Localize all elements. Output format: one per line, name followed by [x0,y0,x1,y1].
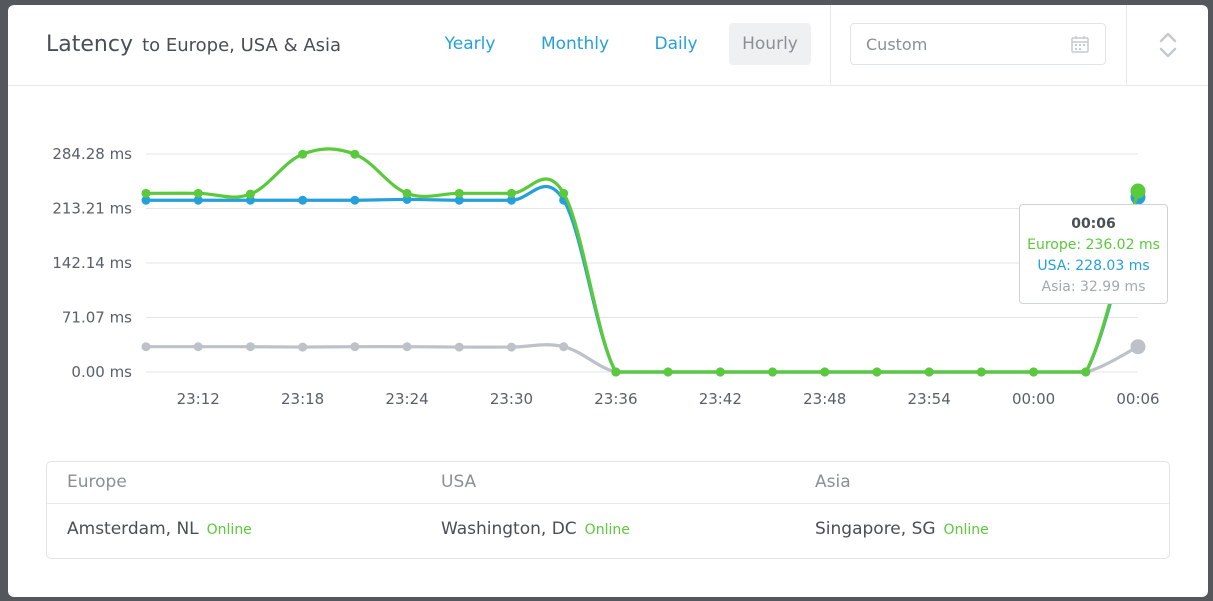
location-europe-city: Amsterdam, NL [67,519,199,539]
data-point-europe [1081,367,1091,377]
data-point-europe [402,188,412,198]
data-point-europe [924,367,934,377]
x-tick-label: 23:42 [699,390,742,408]
location-usa-status: Online [584,522,630,538]
custom-date-field[interactable] [850,23,1106,65]
tooltip-time: 00:06 [1071,216,1116,232]
grid-lines [146,153,1138,373]
x-tick-label: 00:00 [1012,390,1055,408]
data-point-europe [976,367,986,377]
location-europe-status: Online [206,522,252,538]
series-line-asia [146,343,1139,374]
region-europe-header: Europe [67,472,127,492]
data-point-europe [820,367,830,377]
location-asia: Singapore, SG Online [815,519,989,539]
data-point-asia [1130,339,1146,355]
tooltip-usa-value: USA: 228.03 ms [1037,258,1150,274]
y-tick-label: 71.07 ms [62,309,132,327]
data-point-europe [611,367,621,377]
data-point-asia [402,342,412,352]
location-asia-status: Online [943,522,989,538]
data-point-usa [350,195,360,205]
data-point-europe [1130,183,1146,199]
location-asia-city: Singapore, SG [815,519,936,539]
data-point-asia [193,342,203,352]
title-main: Latency [46,32,133,57]
tooltip-asia-value: Asia: 32.99 ms [1041,279,1146,295]
data-point-europe [1029,367,1039,377]
location-usa-city: Washington, DC [441,519,577,539]
data-point-europe [506,188,516,198]
series-line-usa [146,184,1140,374]
card-header: Latency to Europe, USA & Asia Yearly Mon… [8,5,1208,86]
data-point-asia [245,342,255,352]
data-point-europe [559,188,569,198]
y-tick-label: 284.28 ms [52,145,132,163]
header-divider-right [1126,5,1127,85]
data-point-europe [663,367,673,377]
x-tick-label: 00:06 [1116,390,1159,408]
location-europe: Amsterdam, NL Online [67,519,252,539]
data-point-asia [454,342,464,352]
data-point-europe [872,367,882,377]
y-tick-label: 142.14 ms [52,254,132,272]
latency-card: Latency to Europe, USA & Asia Yearly Mon… [8,5,1208,597]
period-monthly-button[interactable]: Monthly [530,23,620,65]
tooltip-europe-value: Europe: 236.02 ms [1027,237,1160,253]
data-point-europe [298,149,308,159]
data-point-asia [298,342,308,352]
locations-table: Europe USA Asia Amsterdam, NL Online Wash… [46,461,1170,559]
title-subtitle: to Europe, USA & Asia [142,35,342,56]
period-hourly-button[interactable]: Hourly [729,23,811,65]
header-divider [830,5,831,85]
y-tick-label: 0.00 ms [71,363,132,381]
data-point-europe [245,189,255,199]
x-tick-label: 23:36 [594,390,637,408]
chart-title: Latency to Europe, USA & Asia [46,32,341,57]
x-tick-label: 23:24 [385,390,428,408]
x-tick-label: 23:54 [908,390,951,408]
data-point-asia [141,342,151,352]
chart-tooltip: 00:06 Europe: 236.02 ms USA: 228.03 ms A… [1019,204,1168,304]
expand-collapse-icon[interactable] [1158,30,1178,60]
locations-table-header [47,462,1169,504]
data-point-europe [193,188,203,198]
region-usa-header: USA [441,472,477,492]
data-point-asia [506,342,516,352]
calendar-icon[interactable] [1071,35,1089,53]
data-point-europe [350,149,360,159]
x-tick-label: 23:12 [177,390,220,408]
y-axis-ticks: 0.00 ms 71.07 ms 142.14 ms 213.21 ms 284.28 … [52,145,132,381]
y-tick-label: 213.21 ms [52,200,132,218]
series-line-europe [145,147,1140,374]
data-point-europe [454,188,464,198]
data-point-asia [559,342,569,352]
data-point-europe [141,188,151,198]
data-point-europe [715,367,725,377]
region-asia-header: Asia [815,472,851,492]
period-daily-button[interactable]: Daily [640,23,712,65]
x-tick-label: 23:18 [281,390,324,408]
data-point-asia [350,342,360,352]
x-axis-ticks: 23:12 23:18 23:24 23:30 23:36 23:42 23:48 23:54… [177,390,1160,408]
location-usa: Washington, DC Online [441,519,630,539]
x-tick-label: 23:48 [803,390,846,408]
custom-date-input[interactable] [851,24,1076,64]
x-tick-label: 23:30 [490,390,533,408]
period-yearly-button[interactable]: Yearly [430,23,510,65]
data-point-usa [298,195,308,205]
data-point-europe [768,367,778,377]
